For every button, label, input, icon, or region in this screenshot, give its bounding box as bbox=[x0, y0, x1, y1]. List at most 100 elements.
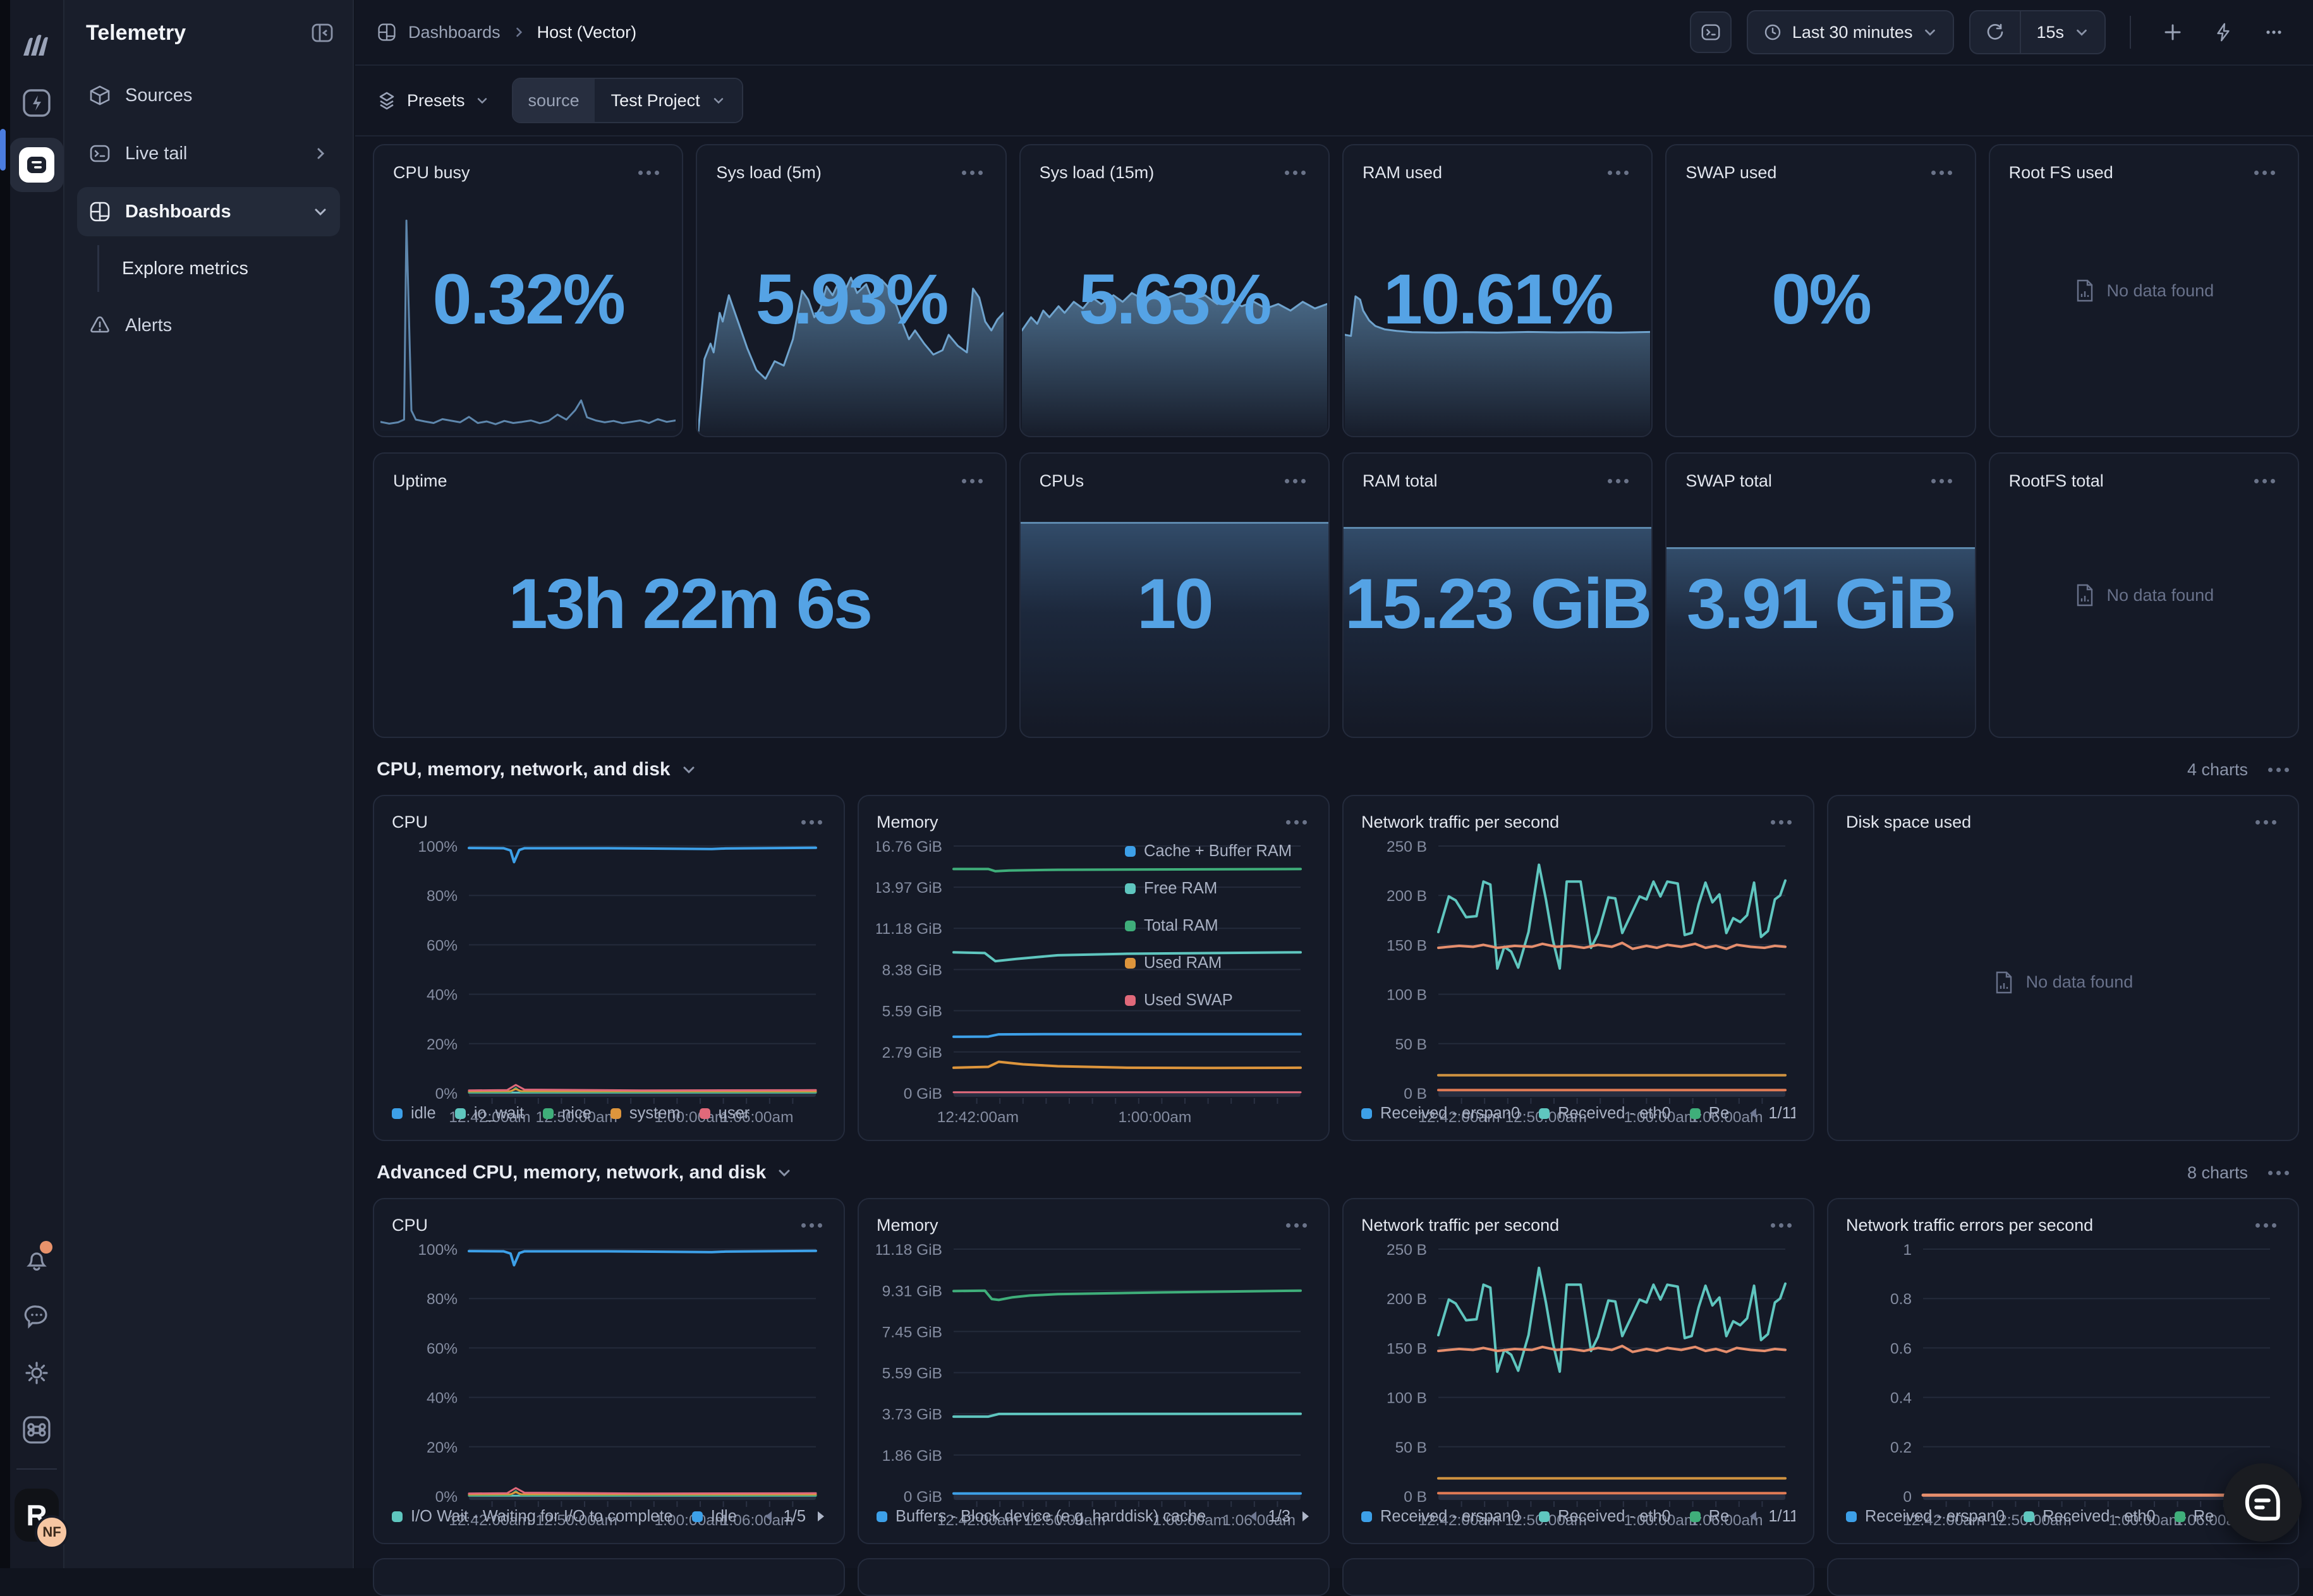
card-menu-icon[interactable] bbox=[2252, 1219, 2280, 1231]
add-panel-button[interactable] bbox=[2155, 15, 2190, 50]
card-menu-icon[interactable] bbox=[958, 475, 987, 487]
telemetry-rail-button-active[interactable] bbox=[9, 138, 64, 192]
sidebar-item-dashboards[interactable]: Dashboards bbox=[77, 187, 340, 236]
card-menu-icon[interactable] bbox=[1767, 816, 1795, 828]
sidebar-item-explore-metrics[interactable]: Explore metrics bbox=[122, 250, 340, 287]
svg-text:40%: 40% bbox=[427, 987, 458, 1004]
legend-pager[interactable]: 1/3 bbox=[1248, 1508, 1311, 1526]
chart-card-adv-network-traffic: Network traffic per second 0 B50 B100 B1… bbox=[1342, 1198, 1814, 1544]
source-filter[interactable]: source Test Project bbox=[512, 78, 743, 123]
page-next-icon[interactable] bbox=[1301, 1510, 1311, 1523]
legend-item[interactable]: Buffers - Block device (e.g. harddisk) c… bbox=[877, 1508, 1206, 1526]
legend-item[interactable]: io_wait bbox=[455, 1104, 524, 1123]
support-chat-button[interactable] bbox=[2223, 1463, 2302, 1542]
legend-item[interactable]: nice bbox=[543, 1104, 592, 1123]
presets-dropdown[interactable]: Presets bbox=[377, 90, 489, 111]
legend-item[interactable]: Idle bbox=[692, 1508, 737, 1526]
time-range-value: Last 30 minutes bbox=[1792, 23, 1913, 42]
card-menu-icon[interactable] bbox=[1604, 475, 1632, 487]
legend-item[interactable]: Received - erspan0 bbox=[1846, 1508, 2005, 1526]
command-menu-button[interactable] bbox=[15, 1408, 59, 1452]
sidebar-item-sources[interactable]: Sources bbox=[77, 71, 340, 120]
collapse-sidebar-icon[interactable] bbox=[310, 20, 335, 45]
legend-item[interactable]: Re bbox=[2175, 1508, 2214, 1526]
workspace-button[interactable]: R NF bbox=[15, 1486, 59, 1544]
legend-item[interactable]: system bbox=[610, 1104, 681, 1123]
section-menu-icon[interactable] bbox=[2264, 764, 2293, 776]
legend-item[interactable]: Received - eth0 bbox=[1539, 1508, 1671, 1526]
layers-icon bbox=[377, 90, 397, 111]
refresh-interval-select[interactable]: 15s bbox=[2020, 11, 2104, 53]
card-menu-icon[interactable] bbox=[1282, 1219, 1311, 1231]
legend-item[interactable]: Received - erspan0 bbox=[1361, 1104, 1520, 1123]
legend-item[interactable]: Received - eth0 bbox=[2024, 1508, 2156, 1526]
chevron-down-icon bbox=[312, 203, 329, 220]
card-menu-icon[interactable] bbox=[1604, 167, 1632, 179]
page-prev-icon[interactable] bbox=[1248, 1510, 1258, 1523]
legend-item[interactable]: Re bbox=[1690, 1104, 1730, 1123]
sidebar-item-live-tail[interactable]: Live tail bbox=[77, 129, 340, 178]
legend-item[interactable]: Received - erspan0 bbox=[1361, 1508, 1520, 1526]
legend-pager[interactable]: 1/11 bbox=[1748, 1508, 1795, 1526]
card-menu-icon[interactable] bbox=[1928, 475, 1956, 487]
page-prev-icon[interactable] bbox=[1748, 1107, 1758, 1120]
command-icon bbox=[21, 1414, 52, 1446]
section-header-advanced[interactable]: Advanced CPU, memory, network, and disk … bbox=[377, 1160, 2293, 1185]
section-menu-icon[interactable] bbox=[2264, 1167, 2293, 1179]
adv-network-traffic-chart: 0 B50 B100 B150 B200 B250 B12:42:00am12:… bbox=[1361, 1239, 1795, 1499]
page-prev-icon[interactable] bbox=[763, 1510, 774, 1523]
legend-item[interactable]: Used RAM bbox=[1125, 954, 1311, 972]
page-next-icon[interactable] bbox=[816, 1510, 826, 1523]
section-header-basic[interactable]: CPU, memory, network, and disk 4 charts bbox=[377, 757, 2293, 782]
legend-item[interactable]: user bbox=[700, 1104, 750, 1123]
charts-row-partial bbox=[373, 1558, 2299, 1596]
card-menu-icon[interactable] bbox=[2250, 167, 2279, 179]
time-range-picker[interactable]: Last 30 minutes bbox=[1747, 10, 1955, 54]
chevron-down-icon bbox=[712, 94, 725, 107]
svg-text:0.6: 0.6 bbox=[1890, 1340, 1912, 1357]
breadcrumb: Dashboards Host (Vector) bbox=[377, 22, 636, 42]
svg-text:2.79 GiB: 2.79 GiB bbox=[882, 1044, 942, 1061]
legend-item[interactable]: Total RAM bbox=[1125, 917, 1311, 935]
more-options-button[interactable] bbox=[2256, 15, 2292, 50]
dashboard-icon bbox=[377, 22, 397, 42]
card-menu-icon[interactable] bbox=[798, 816, 826, 828]
card-menu-icon[interactable] bbox=[958, 167, 987, 179]
legend-item[interactable]: Cache + Buffer RAM bbox=[1125, 842, 1311, 861]
svg-text:40%: 40% bbox=[427, 1390, 458, 1407]
breadcrumb-root[interactable]: Dashboards bbox=[408, 23, 501, 42]
notifications-button[interactable] bbox=[15, 1237, 59, 1281]
legend-item[interactable]: I/O Wait - Waiting for I/O to complete bbox=[392, 1508, 673, 1526]
tv-mode-button[interactable] bbox=[1690, 11, 1732, 53]
legend-item[interactable]: idle bbox=[392, 1104, 436, 1123]
card-menu-icon[interactable] bbox=[1928, 167, 1956, 179]
legend-item[interactable]: Re bbox=[1690, 1508, 1730, 1526]
legend-item[interactable]: Used SWAP bbox=[1125, 991, 1311, 1010]
sources-rail-button[interactable] bbox=[15, 81, 59, 125]
sidebar-subitem-label: Explore metrics bbox=[122, 258, 248, 279]
card-menu-icon[interactable] bbox=[1281, 475, 1309, 487]
card-menu-icon[interactable] bbox=[1282, 816, 1311, 828]
legend-pager[interactable]: 1/5 bbox=[763, 1508, 826, 1526]
legend-item[interactable]: Received - eth0 bbox=[1539, 1104, 1671, 1123]
app-logo[interactable] bbox=[15, 24, 59, 68]
stat-card-sys-load-5m: Sys load (5m) 5.93% bbox=[696, 144, 1006, 437]
user-avatar-badge[interactable]: NF bbox=[35, 1515, 69, 1549]
refresh-button[interactable] bbox=[1970, 11, 2020, 53]
svg-text:7.45 GiB: 7.45 GiB bbox=[882, 1324, 942, 1341]
page-prev-icon[interactable] bbox=[1748, 1510, 1758, 1523]
card-menu-icon[interactable] bbox=[2250, 475, 2279, 487]
presets-label: Presets bbox=[407, 91, 465, 111]
sun-icon bbox=[23, 1359, 51, 1387]
legend-pager[interactable]: 1/11 bbox=[1748, 1104, 1795, 1123]
sidebar-item-alerts[interactable]: Alerts bbox=[77, 301, 340, 350]
card-menu-icon[interactable] bbox=[798, 1219, 826, 1231]
card-menu-icon[interactable] bbox=[1281, 167, 1309, 179]
card-menu-icon[interactable] bbox=[634, 167, 663, 179]
card-menu-icon[interactable] bbox=[1767, 1219, 1795, 1231]
quick-actions-button[interactable] bbox=[2206, 15, 2241, 50]
theme-toggle-button[interactable] bbox=[15, 1351, 59, 1395]
legend-item[interactable]: Free RAM bbox=[1125, 880, 1311, 898]
card-menu-icon[interactable] bbox=[2252, 816, 2280, 828]
chat-support-button[interactable] bbox=[15, 1294, 59, 1338]
